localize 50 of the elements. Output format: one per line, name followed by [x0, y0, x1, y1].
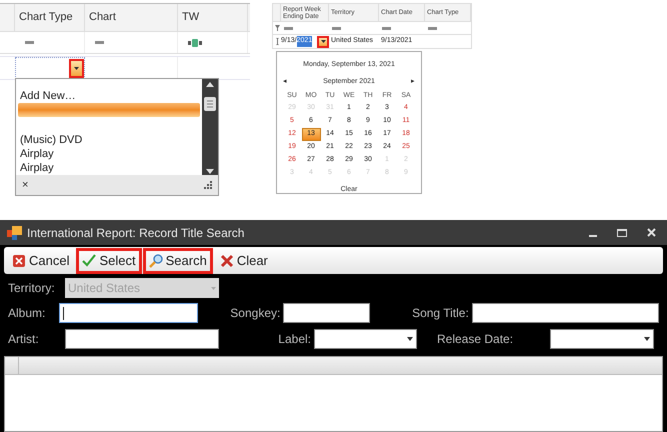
territory-combo: United States	[65, 278, 219, 298]
filter-icon	[274, 25, 280, 31]
input-field[interactable]	[65, 329, 219, 349]
text-filter-icon	[188, 38, 202, 46]
field-label: Songkey:	[229, 305, 282, 322]
combo-box[interactable]	[550, 329, 654, 349]
field-label: Song Title:	[411, 305, 470, 322]
column-header[interactable]: TW	[182, 9, 200, 26]
equals-icon	[284, 26, 293, 30]
maximize-icon	[617, 228, 627, 236]
combo-box[interactable]	[314, 329, 417, 349]
input-field[interactable]	[59, 303, 198, 323]
field-label: Album:	[8, 305, 46, 322]
field-label: Artist:	[8, 331, 40, 348]
dropdown-item[interactable]: Airplay	[18, 147, 200, 161]
field-label: Territory:	[8, 280, 56, 297]
toolbar-button[interactable]: Search	[142, 248, 213, 274]
minimize-icon	[589, 234, 597, 236]
close-icon	[647, 228, 656, 237]
caret-icon	[407, 337, 413, 341]
dropdown-item[interactable]: Airplay	[18, 161, 200, 175]
dropdown-button[interactable]	[69, 58, 84, 78]
caret-icon	[644, 337, 650, 341]
field-label: Release Date:	[436, 331, 514, 348]
column-header[interactable]: Chart	[89, 9, 116, 26]
input-field[interactable]	[472, 303, 659, 323]
close-button[interactable]: ×	[22, 176, 28, 194]
checkmark-icon	[82, 254, 96, 268]
resize-grip-icon	[204, 181, 212, 189]
dropdown-item[interactable]: (Music) DVD	[18, 133, 200, 147]
window-title: International Report: Record Title Search	[27, 224, 246, 242]
equals-icon	[332, 26, 341, 30]
column-header[interactable]: Chart Type	[19, 9, 73, 26]
caret-icon	[74, 66, 79, 70]
input-field[interactable]	[283, 303, 370, 323]
equals-icon	[382, 26, 391, 30]
cross-icon	[220, 254, 234, 268]
toolbar-button[interactable]: Cancel	[6, 248, 76, 274]
cancel-icon	[12, 254, 26, 268]
dropdown-item[interactable]: Add New…	[18, 89, 200, 103]
equals-icon	[95, 41, 104, 44]
app-icon	[7, 226, 23, 240]
text-cursor-icon	[63, 306, 64, 320]
toolbar-button[interactable]: Clear	[214, 248, 274, 274]
caret-icon	[211, 286, 216, 290]
equals-icon	[25, 41, 34, 44]
equals-icon	[428, 26, 437, 30]
field-label: Label:	[277, 331, 312, 348]
toolbar-button[interactable]: Select	[76, 248, 142, 274]
magnifier-icon	[148, 254, 163, 268]
